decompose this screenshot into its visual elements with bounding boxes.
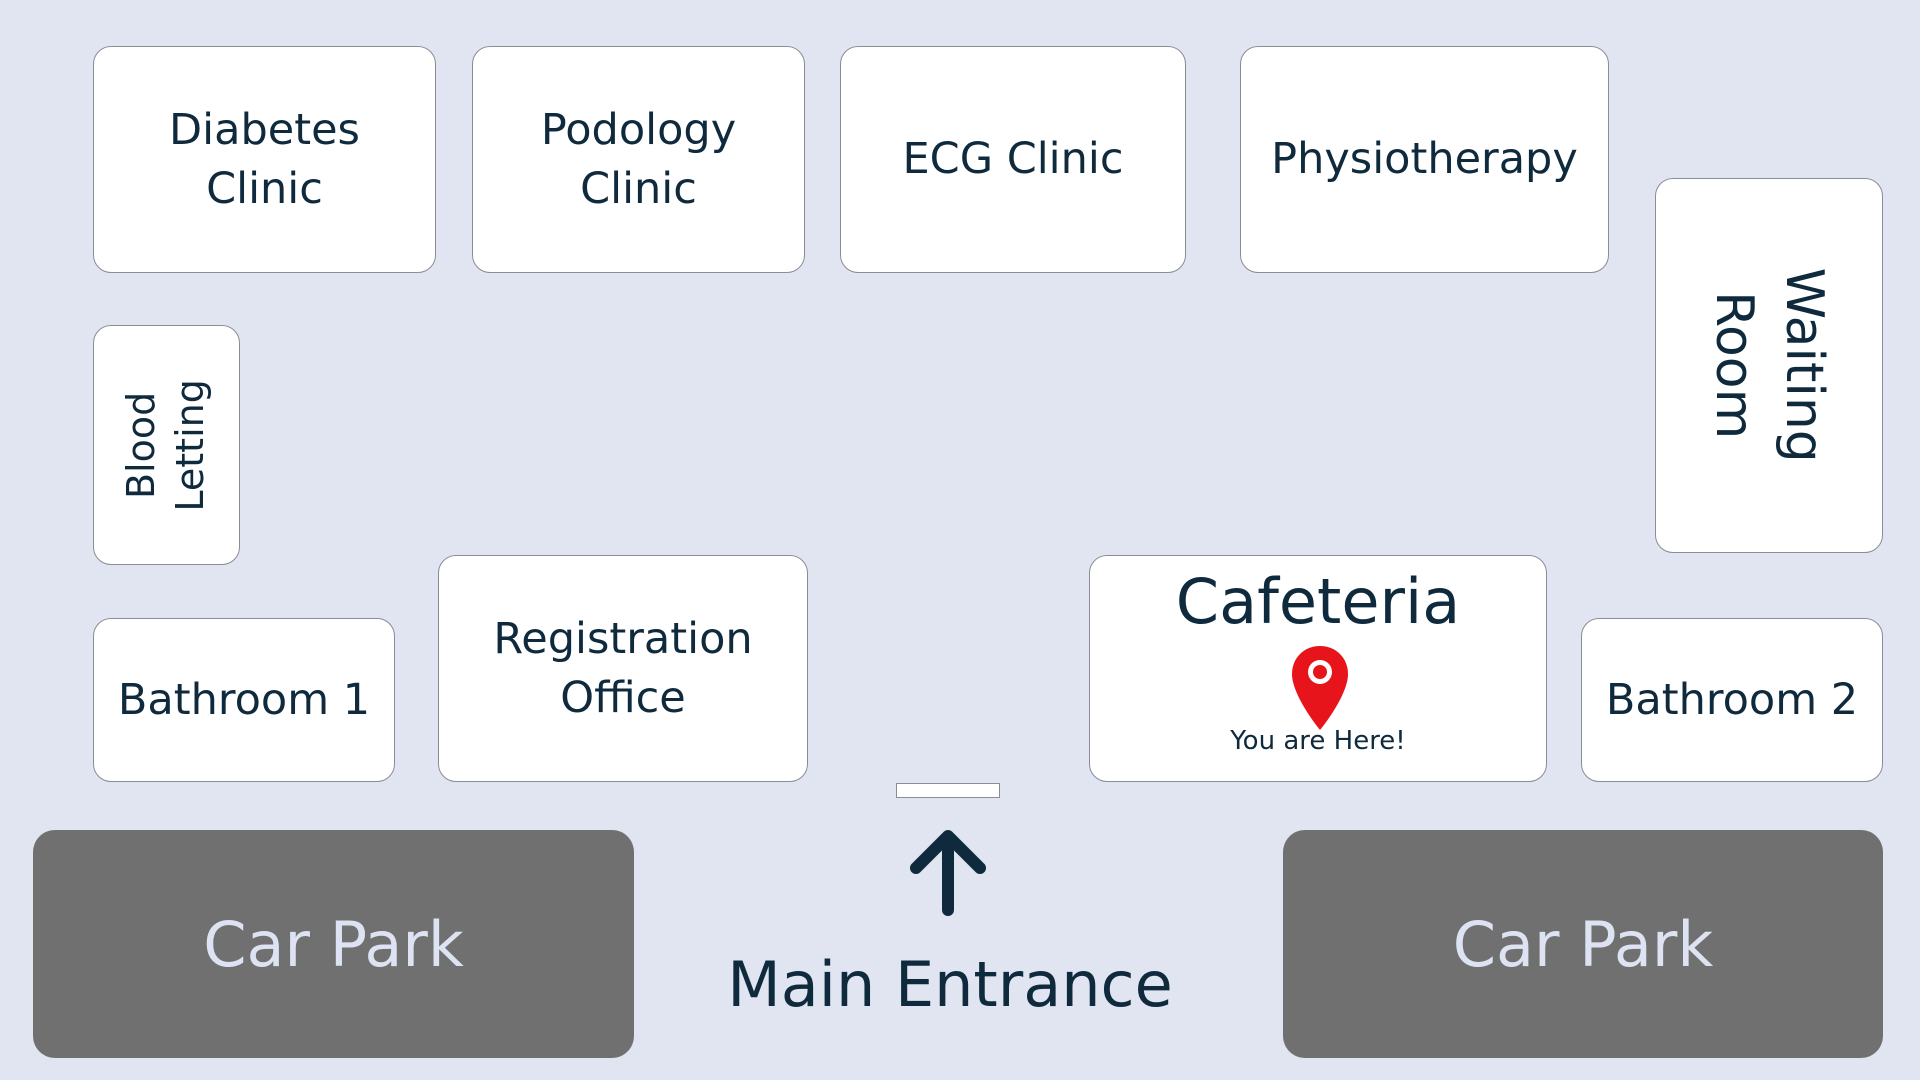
room-bathroom-2[interactable]: Bathroom 2 xyxy=(1581,618,1883,782)
room-cafeteria[interactable]: Cafeteria You are Here! xyxy=(1089,555,1547,782)
location-pin-icon xyxy=(1292,646,1348,730)
room-label: ECG Clinic xyxy=(902,134,1124,185)
room-bathroom-1[interactable]: Bathroom 1 xyxy=(93,618,395,782)
room-label: Cafeteria xyxy=(1175,565,1461,638)
room-ecg-clinic[interactable]: ECG Clinic xyxy=(840,46,1186,273)
room-blood-letting[interactable]: Blood Letting xyxy=(93,325,240,565)
room-label: Waiting Room xyxy=(1703,267,1835,464)
car-park-right[interactable]: Car Park xyxy=(1283,830,1883,1058)
room-waiting-room[interactable]: Waiting Room xyxy=(1655,178,1883,553)
room-registration-office[interactable]: Registration Office xyxy=(438,555,808,782)
room-label: Bathroom 1 xyxy=(117,674,371,725)
room-label: Bathroom 2 xyxy=(1605,674,1859,725)
room-label: Diabetes Clinic xyxy=(169,105,360,214)
room-label: Registration Office xyxy=(493,614,753,723)
room-podology-clinic[interactable]: Podology Clinic xyxy=(472,46,805,273)
main-entrance-label: Main Entrance xyxy=(727,948,1173,1021)
room-label: Blood Letting xyxy=(119,378,213,512)
room-label: Podology Clinic xyxy=(540,105,737,214)
car-park-left[interactable]: Car Park xyxy=(33,830,634,1058)
car-park-label: Car Park xyxy=(203,907,464,981)
hospital-floor-map: Diabetes Clinic Podology Clinic ECG Clin… xyxy=(0,0,1920,1080)
you-are-here-label: You are Here! xyxy=(1230,726,1406,756)
entrance-door xyxy=(896,783,1000,798)
room-diabetes-clinic[interactable]: Diabetes Clinic xyxy=(93,46,436,273)
arrow-up-icon xyxy=(910,830,986,916)
car-park-label: Car Park xyxy=(1452,907,1714,981)
room-physiotherapy[interactable]: Physiotherapy xyxy=(1240,46,1609,273)
room-label: Physiotherapy xyxy=(1271,134,1578,185)
